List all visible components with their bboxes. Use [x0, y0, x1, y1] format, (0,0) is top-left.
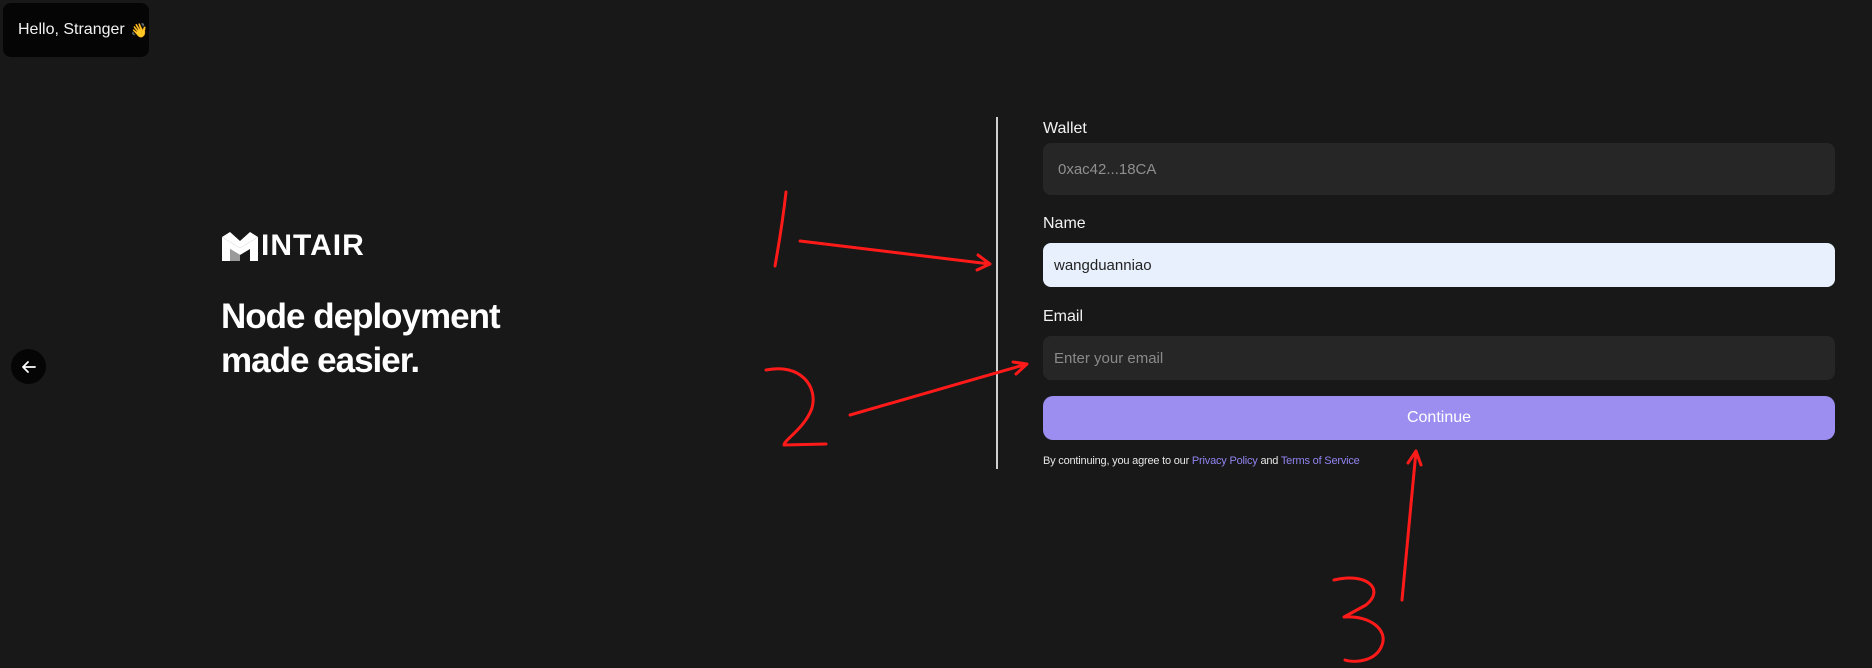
- arrow-left-icon: [21, 360, 36, 373]
- wallet-label: Wallet: [1043, 120, 1087, 137]
- waving-hand-icon: 👋: [130, 21, 149, 38]
- terms-prefix: By continuing, you agree to our: [1043, 455, 1192, 467]
- terms-notice: By continuing, you agree to our Privacy …: [1043, 455, 1360, 467]
- name-input[interactable]: [1043, 243, 1835, 287]
- wallet-value: 0xac42...18CA: [1058, 160, 1157, 178]
- terms-and: and: [1257, 455, 1281, 467]
- onboarding-page: Hello, Stranger 👋 INTAIR Node deployment…: [0, 0, 1872, 668]
- annotation-number-2: [764, 367, 828, 447]
- brand-name: INTAIR: [261, 229, 365, 262]
- brand-logo: INTAIR: [221, 229, 365, 263]
- m-logo-icon: [222, 232, 258, 261]
- greeting-badge: Hello, Stranger 👋: [3, 3, 149, 57]
- greeting-text: Hello, Stranger: [18, 21, 125, 38]
- annotation-number-3: [1332, 576, 1385, 663]
- email-input[interactable]: [1043, 336, 1835, 380]
- email-label: Email: [1043, 308, 1084, 325]
- privacy-policy-link[interactable]: Privacy Policy: [1192, 455, 1258, 467]
- wallet-field: 0xac42...18CA: [1043, 143, 1835, 195]
- back-button[interactable]: [11, 349, 46, 384]
- name-label: Name: [1043, 215, 1086, 232]
- terms-of-service-link[interactable]: Terms of Service: [1281, 455, 1360, 467]
- hero-tagline: Node deployment made easier.: [221, 295, 541, 383]
- continue-button[interactable]: Continue: [1043, 396, 1835, 440]
- hero-line-2: made easier.: [221, 341, 420, 380]
- vertical-divider: [996, 117, 998, 469]
- hero-line-1: Node deployment: [221, 297, 501, 336]
- annotation-arrow-2: [848, 360, 1029, 417]
- annotation-arrow-1: [798, 239, 992, 272]
- annotation-arrow-3: [1400, 449, 1423, 602]
- annotation-number-1: [773, 190, 788, 268]
